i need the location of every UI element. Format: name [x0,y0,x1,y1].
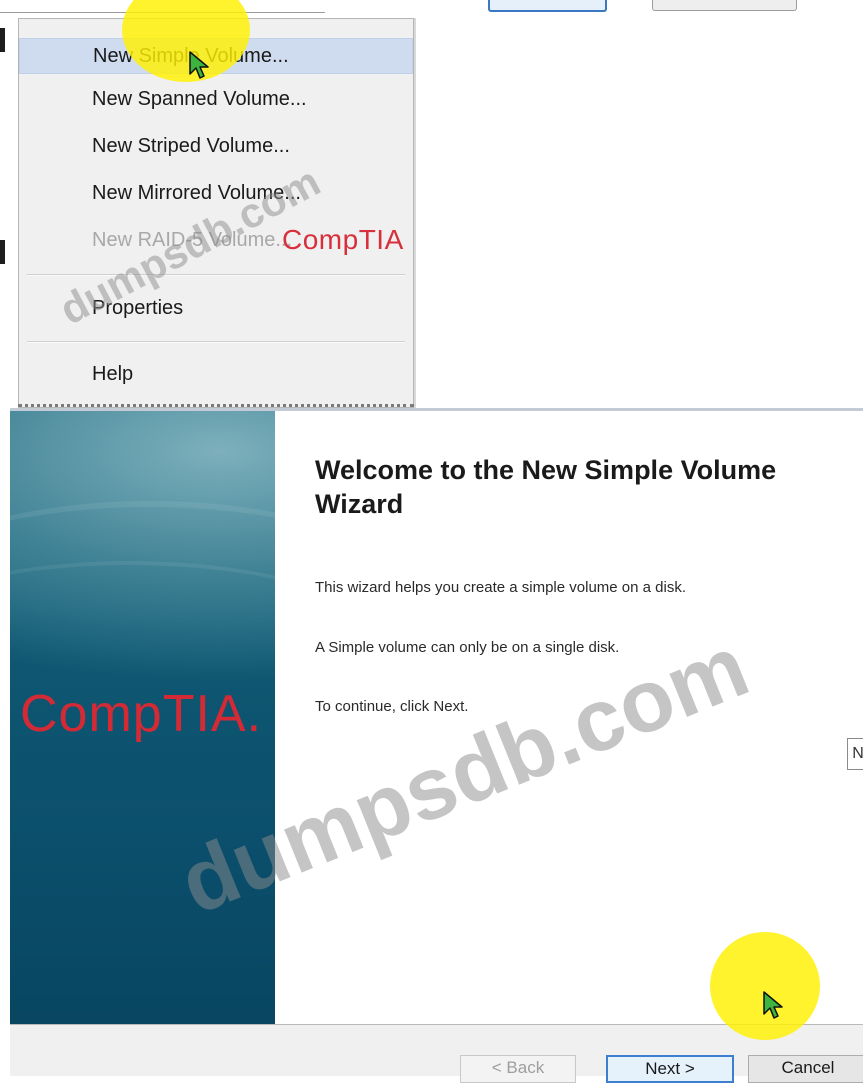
menu-item-new-spanned-volume[interactable]: New Spanned Volume... [19,82,413,118]
next-button[interactable]: Next > [606,1055,734,1083]
underlying-primary-button[interactable] [488,0,607,12]
menu-item-new-striped-volume[interactable]: New Striped Volume... [19,129,413,165]
wizard-title: Welcome to the New Simple Volume Wizard [315,455,777,519]
offscreen-control-stub[interactable]: N [847,738,863,770]
menu-item-label: Help [92,363,134,385]
wizard-paragraph: A Simple volume can only be on a single … [315,639,620,656]
wizard-paragraph: To continue, click Next. [315,698,469,715]
click-highlight [710,932,820,1040]
disk-map-edge [0,240,5,264]
menu-shadow [414,18,416,408]
back-button[interactable]: < Back [460,1055,576,1083]
menu-item-label: New Striped Volume... [92,135,290,157]
comptia-logo-overlay: CompTIA [282,224,404,255]
disk-map-edge [0,28,5,52]
underlying-secondary-button[interactable] [652,0,797,11]
comptia-logo: CompTIA. [20,685,263,743]
menu-item-label: New Spanned Volume... [92,88,307,110]
mouse-cursor-icon [189,51,209,79]
wizard-paragraph: This wizard helps you create a simple vo… [315,579,687,596]
menu-separator [27,341,405,343]
mouse-cursor-icon [763,991,783,1019]
selection-marquee-edge [18,404,414,407]
cancel-button[interactable]: Cancel [748,1055,863,1083]
menu-item-help[interactable]: Help [19,357,413,393]
